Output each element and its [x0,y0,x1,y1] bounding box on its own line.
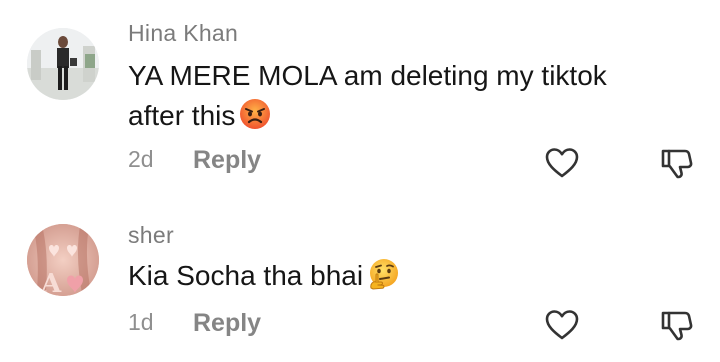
avatar-photo [27,28,99,100]
thinking-face-emoji [367,258,399,290]
avatar-photo: A [27,224,99,296]
username[interactable]: Hina Khan [128,20,238,47]
comment-text-line: after this [128,100,236,131]
thumbs-down-icon[interactable] [656,143,696,183]
reply-button[interactable]: Reply [193,309,261,338]
comment-text-line: Kia Socha tha bhai [128,260,364,291]
comment-text-line-wrap: Kia Socha tha bhai [128,256,698,296]
comment-text: YA MERE MOLA am deleting my tiktok after… [128,56,698,136]
heart-icon[interactable] [542,143,582,183]
heart-icon[interactable] [542,305,582,345]
svg-text:A: A [40,269,62,296]
thumbs-down-icon[interactable] [656,305,696,345]
timestamp: 1d [128,309,154,335]
comment-text: Kia Socha tha bhai [128,256,698,296]
comment-item: A sher Kia Socha tha bhai 1d Reply [0,212,720,362]
avatar[interactable] [27,28,99,100]
comment-text-line: YA MERE MOLA am deleting my tiktok [128,60,607,91]
reply-button[interactable]: Reply [193,146,261,175]
avatar[interactable]: A [27,224,99,296]
username[interactable]: sher [128,222,174,249]
comment-text-line-wrap: after this [128,96,698,136]
timestamp: 2d [128,146,154,172]
comment-item: Hina Khan YA MERE MOLA am deleting my ti… [0,0,720,190]
angry-face-emoji [239,98,271,130]
